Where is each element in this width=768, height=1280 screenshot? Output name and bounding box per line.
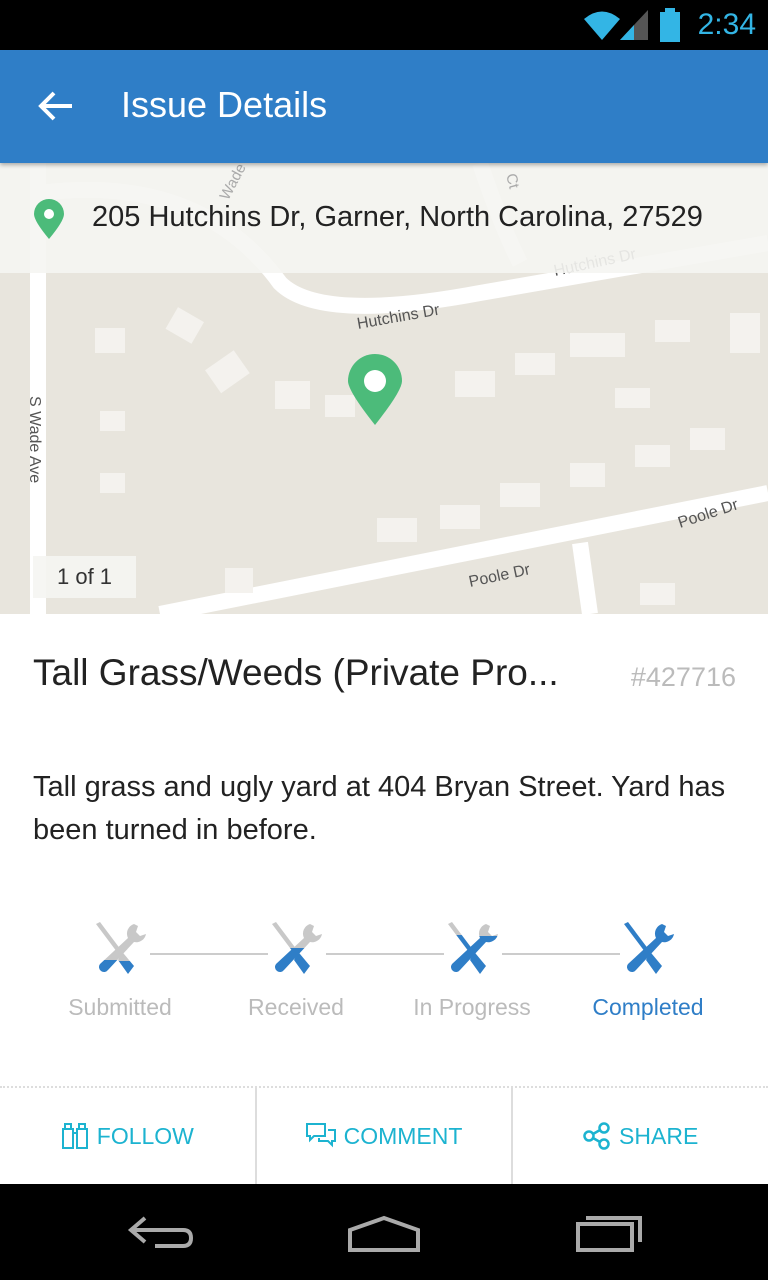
share-label: SHARE (619, 1122, 699, 1149)
location-pin-icon[interactable] (348, 354, 402, 425)
step-label: Completed (592, 994, 704, 1020)
app-bar: Issue Details (0, 50, 768, 163)
map[interactable]: Hutchins Dr Hutchins Dr S Wade Ave Poole… (0, 163, 768, 614)
comment-icon (305, 1123, 336, 1148)
street-label: S Wade Ave (26, 396, 43, 483)
share-icon (583, 1122, 610, 1150)
back-arrow-icon[interactable] (36, 86, 76, 126)
street-label: Poole Dr (467, 561, 532, 591)
share-button[interactable]: SHARE (511, 1088, 768, 1184)
progress-step: Submitted (32, 920, 208, 1021)
follow-label: FOLLOW (96, 1122, 194, 1149)
issue-description: Tall grass and ugly yard at 404 Bryan St… (33, 771, 726, 846)
wifi-icon (584, 11, 620, 40)
action-bar: FOLLOW COMMENT SHARE (0, 1086, 768, 1184)
progress-step: Received (208, 920, 384, 1021)
home-nav-icon[interactable] (346, 1214, 422, 1254)
signal-icon (620, 10, 648, 40)
progress-step: Completed (560, 920, 736, 1021)
map-pin-icon (34, 199, 64, 239)
binoculars-icon (61, 1123, 88, 1149)
progress-tracker: Submitted Received In Progress Completed (0, 920, 768, 1040)
comment-label: COMMENT (343, 1122, 463, 1149)
status-bar: 2:34 (0, 0, 768, 50)
tools-icon (96, 922, 146, 974)
recents-nav-icon[interactable] (574, 1212, 644, 1254)
address-text: 205 Hutchins Dr, Garner, North Carolina,… (92, 201, 703, 233)
navigation-bar (0, 1184, 768, 1280)
issue-title: Tall Grass/Weeds (Private Pro... (33, 652, 559, 693)
progress-step: In Progress (384, 920, 560, 1021)
step-label: Submitted (68, 994, 172, 1020)
clock: 2:34 (697, 8, 756, 41)
result-counter: 1 of 1 (33, 556, 137, 598)
step-label: Received (248, 994, 344, 1020)
tools-icon (448, 922, 498, 974)
tools-icon (272, 922, 322, 974)
address-bar: 205 Hutchins Dr, Garner, North Carolina,… (0, 163, 768, 273)
tools-icon (624, 922, 674, 974)
page-title: Issue Details (121, 84, 328, 125)
comment-button[interactable]: COMMENT (254, 1088, 512, 1184)
battery-icon (660, 8, 680, 42)
issue-id: #427716 (630, 662, 736, 692)
step-label: In Progress (413, 994, 531, 1020)
back-nav-icon[interactable] (125, 1214, 195, 1254)
follow-button[interactable]: FOLLOW (0, 1088, 255, 1184)
